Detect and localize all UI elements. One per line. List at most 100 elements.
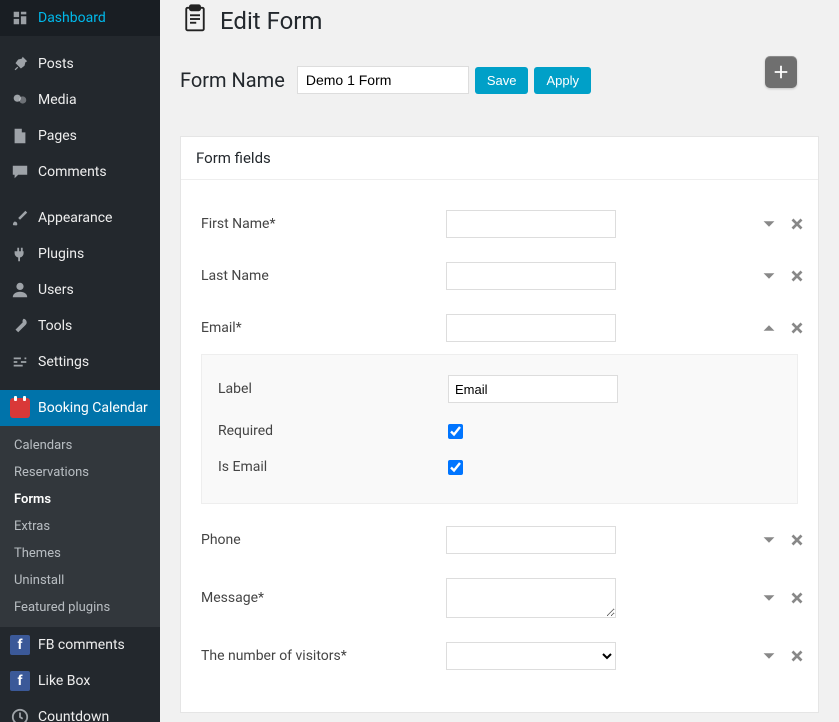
nav-like-box[interactable]: f Like Box <box>0 663 160 699</box>
plus-icon <box>772 63 790 81</box>
nav-label: Like Box <box>38 673 90 689</box>
nav-label: Appearance <box>38 210 112 226</box>
pin-icon <box>10 54 30 74</box>
nav-posts[interactable]: Posts <box>0 46 160 82</box>
setting-label: Label <box>218 381 448 397</box>
nav-pages[interactable]: Pages <box>0 118 160 154</box>
submenu-featured-plugins[interactable]: Featured plugins <box>0 594 160 621</box>
nav-media[interactable]: Media <box>0 82 160 118</box>
nav-users[interactable]: Users <box>0 272 160 308</box>
submenu-themes[interactable]: Themes <box>0 540 160 567</box>
required-checkbox[interactable] <box>448 424 463 439</box>
page-icon <box>10 126 30 146</box>
form-name-input[interactable] <box>297 66 469 94</box>
setting-label: Required <box>218 423 448 439</box>
delete-button[interactable] <box>786 587 808 609</box>
nav-label: Booking Calendar <box>38 400 148 416</box>
user-icon <box>10 280 30 300</box>
delete-button[interactable] <box>786 213 808 235</box>
field-row-message: Message* <box>191 566 808 630</box>
nav-countdown[interactable]: Countdown <box>0 699 160 722</box>
media-icon <box>10 90 30 110</box>
wrench-icon <box>10 316 30 336</box>
page-title: Edit Form <box>220 7 322 35</box>
submenu-extras[interactable]: Extras <box>0 513 160 540</box>
nav-label: FB comments <box>38 637 125 653</box>
clipboard-icon <box>180 4 210 38</box>
setting-required-row: Required <box>210 413 789 449</box>
submenu-reservations[interactable]: Reservations <box>0 459 160 486</box>
field-label: The number of visitors* <box>201 648 446 664</box>
form-name-row: Form Name Save Apply <box>180 66 819 94</box>
setting-label-input[interactable] <box>448 375 618 403</box>
field-row-last-name: Last Name <box>191 250 808 302</box>
nav-label: Plugins <box>38 246 84 262</box>
form-fields-panel: Form fields First Name* Last Name E <box>180 136 819 713</box>
form-name-label: Form Name <box>180 68 285 92</box>
nav-label: Dashboard <box>38 10 106 26</box>
comment-icon <box>10 162 30 182</box>
nav-booking-calendar[interactable]: Booking Calendar <box>0 390 160 426</box>
field-input-email[interactable] <box>446 314 616 342</box>
field-select-visitors[interactable] <box>446 642 616 670</box>
field-label: Phone <box>201 532 446 548</box>
field-label: Last Name <box>201 268 446 284</box>
field-row-first-name: First Name* <box>191 198 808 250</box>
delete-button[interactable] <box>786 317 808 339</box>
nav-fb-comments[interactable]: f FB comments <box>0 627 160 663</box>
nav-label: Tools <box>38 318 72 334</box>
field-label: Message* <box>201 590 446 606</box>
setting-is-email-row: Is Email <box>210 449 789 485</box>
save-button[interactable]: Save <box>475 67 529 94</box>
facebook-icon: f <box>10 671 30 691</box>
page-header: Edit Form <box>180 4 819 38</box>
nav-label: Pages <box>38 128 77 144</box>
delete-button[interactable] <box>786 529 808 551</box>
nav-label: Settings <box>38 354 89 370</box>
main-content: Edit Form Form Name Save Apply Form fiel… <box>160 0 839 722</box>
nav-tools[interactable]: Tools <box>0 308 160 344</box>
field-row-email: Email* <box>191 302 808 354</box>
nav-label: Comments <box>38 164 107 180</box>
expand-button[interactable] <box>758 645 780 667</box>
field-row-visitors: The number of visitors* <box>191 630 808 682</box>
field-input-first-name[interactable] <box>446 210 616 238</box>
expand-button[interactable] <box>758 265 780 287</box>
field-row-phone: Phone <box>191 514 808 566</box>
submenu-calendars[interactable]: Calendars <box>0 432 160 459</box>
submenu-forms[interactable]: Forms <box>0 486 160 513</box>
plug-icon <box>10 244 30 264</box>
calendar-icon <box>10 398 30 418</box>
nav-label: Users <box>38 282 74 298</box>
nav-dashboard[interactable]: Dashboard <box>0 0 160 36</box>
panel-body: First Name* Last Name Email* <box>181 180 818 712</box>
expand-button[interactable] <box>758 587 780 609</box>
delete-button[interactable] <box>786 265 808 287</box>
brush-icon <box>10 208 30 228</box>
nav-label: Media <box>38 92 77 108</box>
sliders-icon <box>10 352 30 372</box>
nav-appearance[interactable]: Appearance <box>0 200 160 236</box>
nav-settings[interactable]: Settings <box>0 344 160 380</box>
field-input-last-name[interactable] <box>446 262 616 290</box>
apply-button[interactable]: Apply <box>534 67 591 94</box>
field-input-phone[interactable] <box>446 526 616 554</box>
nav-comments[interactable]: Comments <box>0 154 160 190</box>
submenu-uninstall[interactable]: Uninstall <box>0 567 160 594</box>
setting-label: Is Email <box>218 459 448 475</box>
setting-label-row: Label <box>210 365 789 413</box>
expand-button[interactable] <box>758 213 780 235</box>
collapse-button[interactable] <box>758 317 780 339</box>
add-field-button[interactable] <box>765 56 797 88</box>
facebook-icon: f <box>10 635 30 655</box>
nav-plugins[interactable]: Plugins <box>0 236 160 272</box>
nav-label: Countdown <box>38 709 109 722</box>
expand-button[interactable] <box>758 529 780 551</box>
field-textarea-message[interactable] <box>446 578 616 618</box>
is-email-checkbox[interactable] <box>448 460 463 475</box>
delete-button[interactable] <box>786 645 808 667</box>
field-label: First Name* <box>201 216 446 232</box>
booking-submenu: Calendars Reservations Forms Extras Them… <box>0 426 160 627</box>
dashboard-icon <box>10 8 30 28</box>
panel-header: Form fields <box>181 137 818 180</box>
